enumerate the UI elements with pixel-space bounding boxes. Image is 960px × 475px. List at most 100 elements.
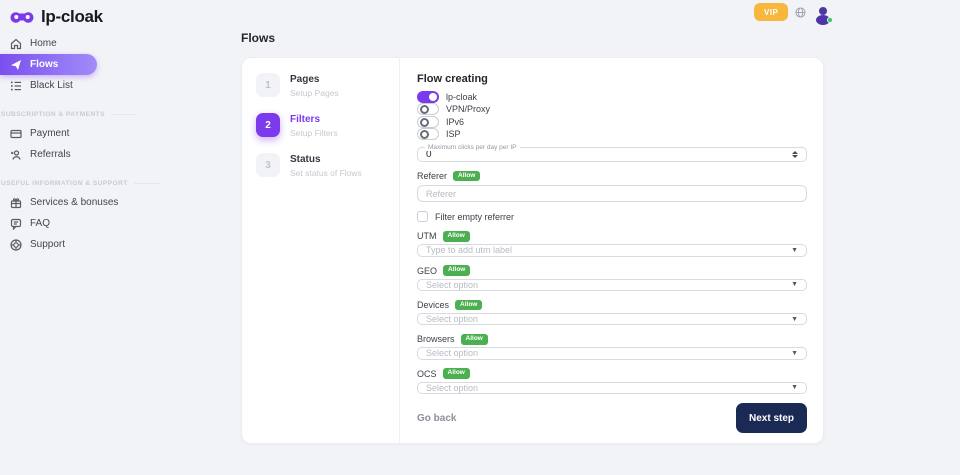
sidebar-item-faq[interactable]: FAQ xyxy=(0,213,230,234)
ocs-label: OCS xyxy=(417,369,437,379)
mask-logo-icon xyxy=(10,10,34,25)
online-status-dot xyxy=(827,17,833,23)
section-divider xyxy=(134,183,160,184)
ocs-select[interactable]: Select option ▼ xyxy=(417,382,807,394)
geo-allow-badge[interactable]: Allow xyxy=(443,265,470,276)
referer-label-row: Referer Allow xyxy=(417,171,807,181)
vip-button[interactable]: VIP xyxy=(754,3,788,21)
select-placeholder: Select option xyxy=(426,314,478,324)
flow-creating-card: 1 Pages Setup Pages 2 Filters Setup Filt… xyxy=(241,57,824,444)
utm-select[interactable]: Type to add utm label ▼ xyxy=(417,244,807,256)
select-placeholder: Select option xyxy=(426,383,478,393)
payment-icon xyxy=(10,128,22,140)
sidebar-item-home[interactable]: Home xyxy=(0,33,230,54)
browsers-allow-badge[interactable]: Allow xyxy=(461,334,488,345)
step-number: 3 xyxy=(256,153,280,177)
user-avatar[interactable] xyxy=(813,3,832,22)
devices-label: Devices xyxy=(417,300,449,310)
home-icon xyxy=(10,38,22,50)
referer-label: Referer xyxy=(417,171,447,181)
chevron-down-icon: ▼ xyxy=(791,350,798,357)
filter-empty-referrer-label: Filter empty referrer xyxy=(435,212,514,222)
toggle-label: lp-cloak xyxy=(446,92,477,102)
geo-select[interactable]: Select option ▼ xyxy=(417,279,807,291)
header-actions: VIP xyxy=(754,2,832,22)
logo-text: lp-cloak xyxy=(41,7,103,27)
sidebar-item-label: Black List xyxy=(30,80,73,91)
referer-allow-badge[interactable]: Allow xyxy=(453,171,480,182)
sidebar-item-label: Payment xyxy=(30,128,69,139)
toggle-row-lp-cloak: lp-cloak xyxy=(417,92,807,101)
sidebar-item-flows[interactable]: Flows xyxy=(0,54,97,75)
chevron-down-icon: ▼ xyxy=(791,384,798,391)
step-subtitle: Set status of Flows xyxy=(290,168,362,178)
sidebar-item-services[interactable]: Services & bonuses xyxy=(0,192,230,213)
utm-label: UTM xyxy=(417,231,437,241)
stepper: 1 Pages Setup Pages 2 Filters Setup Filt… xyxy=(242,58,400,443)
filters-form: Flow creating lp-cloak VPN/Proxy IPv6 IS… xyxy=(400,58,823,443)
sidebar-section-subscription: SUBSCRIPTION & PAYMENTS xyxy=(1,111,230,118)
devices-select[interactable]: Select option ▼ xyxy=(417,313,807,325)
next-step-button[interactable]: Next step xyxy=(736,403,807,433)
browsers-label: Browsers xyxy=(417,334,455,344)
form-footer: Go back Next step xyxy=(417,403,807,433)
toggle-label: ISP xyxy=(446,129,461,139)
black-list-icon xyxy=(10,80,22,92)
sidebar-item-label: Referrals xyxy=(30,149,71,160)
devices-label-row: Devices Allow xyxy=(417,300,807,310)
devices-allow-badge[interactable]: Allow xyxy=(455,300,482,311)
toggle-row-ipv6: IPv6 xyxy=(417,117,807,126)
sidebar-item-label: Support xyxy=(30,239,65,250)
step-title: Filters xyxy=(290,113,338,125)
sidebar-item-support[interactable]: Support xyxy=(0,234,230,255)
max-clicks-input[interactable]: Maximum clicks per day per IP 0 xyxy=(417,147,807,162)
sidebar-item-label: FAQ xyxy=(30,218,50,229)
select-placeholder: Type to add utm label xyxy=(426,245,512,255)
step-status[interactable]: 3 Status Set status of Flows xyxy=(256,153,399,178)
referer-input[interactable] xyxy=(417,185,807,202)
max-clicks-label: Maximum clicks per day per IP xyxy=(425,144,520,151)
step-title: Pages xyxy=(290,73,339,85)
utm-label-row: UTM Allow xyxy=(417,231,807,241)
ipv6-toggle[interactable] xyxy=(417,116,439,128)
services-icon xyxy=(10,197,22,209)
geo-label: GEO xyxy=(417,266,437,276)
toggle-row-vpn-proxy: VPN/Proxy xyxy=(417,105,807,114)
browsers-select[interactable]: Select option ▼ xyxy=(417,347,807,359)
step-pages[interactable]: 1 Pages Setup Pages xyxy=(256,73,399,98)
go-back-button[interactable]: Go back xyxy=(417,413,456,424)
app-logo[interactable]: lp-cloak xyxy=(10,7,103,27)
support-icon xyxy=(10,239,22,251)
sidebar: Home Flows Black List SUBSCRIPTION & PAY… xyxy=(0,33,230,255)
step-number: 1 xyxy=(256,73,280,97)
sidebar-item-label: Services & bonuses xyxy=(30,197,118,208)
utm-allow-badge[interactable]: Allow xyxy=(443,231,470,242)
step-subtitle: Setup Filters xyxy=(290,128,338,138)
toggle-row-isp: ISP xyxy=(417,130,807,139)
sidebar-section-support: USEFUL INFORMATION & SUPPORT xyxy=(1,180,230,187)
chevron-down-icon: ▼ xyxy=(791,247,798,254)
chevron-down-icon: ▼ xyxy=(791,281,798,288)
toggle-label: IPv6 xyxy=(446,117,464,127)
ocs-label-row: OCS Allow xyxy=(417,369,807,379)
language-globe-icon[interactable] xyxy=(795,7,806,18)
sidebar-item-black-list[interactable]: Black List xyxy=(0,75,230,96)
chevron-down-icon: ▼ xyxy=(791,316,798,323)
page-title: Flows xyxy=(241,31,275,45)
toggle-label: VPN/Proxy xyxy=(446,104,490,114)
lp-cloak-toggle[interactable] xyxy=(417,91,439,103)
number-stepper[interactable] xyxy=(792,151,798,158)
sidebar-item-label: Home xyxy=(30,38,57,49)
ocs-allow-badge[interactable]: Allow xyxy=(443,368,470,379)
step-subtitle: Setup Pages xyxy=(290,88,339,98)
filter-empty-referrer-checkbox[interactable] xyxy=(417,211,428,222)
vpn-proxy-toggle[interactable] xyxy=(417,103,439,115)
sidebar-item-referrals[interactable]: Referrals xyxy=(0,144,230,165)
select-placeholder: Select option xyxy=(426,280,478,290)
referrals-icon xyxy=(10,149,22,161)
isp-toggle[interactable] xyxy=(417,128,439,140)
step-filters[interactable]: 2 Filters Setup Filters xyxy=(256,113,399,138)
select-placeholder: Select option xyxy=(426,348,478,358)
filter-empty-referrer-row: Filter empty referrer xyxy=(417,211,807,222)
sidebar-item-payment[interactable]: Payment xyxy=(0,123,230,144)
